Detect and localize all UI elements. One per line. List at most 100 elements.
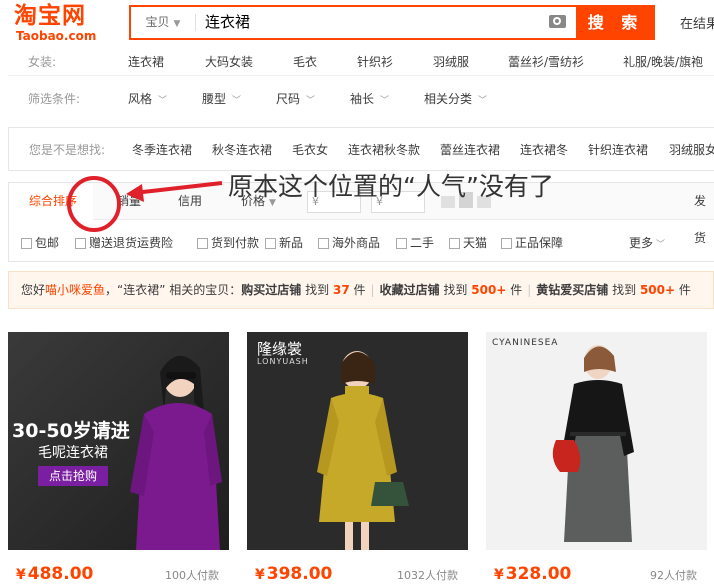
filter-checkbox-label: 正品保障 — [515, 236, 564, 250]
filter-checkbox[interactable]: 二手 — [396, 234, 434, 251]
product-price-value: 398.00 — [266, 564, 333, 584]
suggestions-label: 您是不是想找: — [29, 143, 106, 157]
sort-sales-tab[interactable]: 销量 — [117, 183, 141, 220]
promo-text-1: 30-50岁请进 — [12, 420, 130, 442]
filter-dropdown-label: 风格 — [128, 92, 153, 106]
annotation-note: 原本这个位置的“人气”没有了 — [228, 172, 554, 201]
filter-dropdown-label: 相关分类 — [424, 92, 473, 106]
sort-default-tab[interactable]: 综合排序 — [9, 183, 93, 220]
category-item[interactable]: 针织衫 — [357, 53, 393, 70]
filter-dropdown[interactable]: 尺码 ﹀ — [276, 90, 315, 107]
suggestion-link[interactable]: 冬季连衣裙 — [132, 141, 192, 158]
notice-stat-2-label[interactable]: 收藏过店铺 — [380, 283, 440, 297]
suggestion-link[interactable]: 毛衣女 — [292, 141, 328, 158]
filter-dropdown[interactable]: 袖长 ﹀ — [350, 90, 389, 107]
notice-unit: 件 — [678, 283, 691, 297]
sort-credit-tab[interactable]: 信用 — [178, 183, 202, 220]
category-item[interactable]: 羽绒服 — [433, 53, 469, 70]
more-filters-button[interactable]: 更多 ﹀ — [629, 234, 665, 251]
checkbox-icon — [449, 238, 460, 249]
category-item[interactable]: 连衣裙 — [128, 53, 164, 70]
category-item[interactable]: 大码女装 — [205, 53, 253, 70]
product-price: ¥488.00 — [16, 564, 93, 584]
chevron-down-icon: ﹀ — [656, 240, 666, 250]
product-price: ¥398.00 — [255, 564, 332, 584]
checkbox-icon — [21, 238, 32, 249]
logo-text-en: Taobao.com — [16, 29, 97, 43]
product-card[interactable]: 30-50岁请进 毛呢连衣裙 点击抢购 ¥488.00 100人付款 — [8, 332, 229, 588]
search-input[interactable] — [205, 7, 535, 38]
suggestion-link[interactable]: 羽绒服女 — [669, 141, 714, 158]
filter-checkbox[interactable]: 海外商品 — [318, 234, 380, 251]
search-in-results-button[interactable]: 在结果 — [680, 13, 714, 32]
notice-separator: | — [527, 283, 532, 297]
filter-conditions-row: 筛选条件: 风格 ﹀ 腰型 ﹀ 尺码 ﹀ 袖长 ﹀ 相关分类 ﹀ — [8, 80, 714, 116]
header: 淘宝网 Taobao.com 宝贝▼ 搜 索 在结果 — [0, 0, 714, 48]
notice-username[interactable]: 喵小咪爱鱼 — [45, 283, 105, 297]
notice-stat-1-count: 37 — [332, 283, 350, 297]
filter-checkbox[interactable]: 赠送退货运费险 — [75, 234, 173, 251]
filter-checkbox-label: 天猫 — [463, 236, 488, 250]
currency-symbol: ¥ — [494, 567, 504, 583]
filter-checkbox-label: 二手 — [410, 236, 435, 250]
chevron-down-icon: ﹀ — [306, 96, 316, 106]
suggestion-link[interactable]: 秋冬连衣裙 — [212, 141, 272, 158]
brand-text-cn: 隆缘裳 — [257, 340, 303, 358]
notice-find: 找到 — [443, 283, 468, 297]
filter-dropdown[interactable]: 相关分类 ﹀ — [424, 90, 487, 107]
filter-checkbox[interactable]: 货到付款 — [197, 234, 259, 251]
filter-checkbox-label: 货到付款 — [211, 236, 260, 250]
camera-icon[interactable] — [549, 15, 566, 28]
product-card[interactable]: CYANINESEA ¥328.00 92人付款 — [486, 332, 707, 588]
product-card[interactable]: 隆缘裳 LONYUASH ¥398.00 1032人付款 — [247, 332, 468, 588]
product-photo-illustration — [486, 332, 707, 550]
chevron-down-icon: ﹀ — [232, 96, 242, 106]
promo-buy-badge: 点击抢购 — [38, 466, 108, 486]
filter-dropdown[interactable]: 风格 ﹀ — [128, 90, 167, 107]
search-type-select[interactable]: 宝贝 ▼ — [131, 7, 195, 38]
suggestion-link[interactable]: 针织连衣裙 — [588, 141, 648, 158]
filter-dropdown-label: 尺码 — [276, 92, 301, 106]
filter-checkbox-label: 赠送退货运费险 — [89, 236, 174, 250]
category-item[interactable]: 蕾丝衫/雪纺衫 — [508, 53, 584, 70]
search-button[interactable]: 搜 索 — [576, 5, 655, 40]
category-item[interactable]: 礼服/晚装/旗袍 — [623, 53, 703, 70]
notice-find: 找到 — [305, 283, 330, 297]
filter-dropdown-label: 腰型 — [202, 92, 227, 106]
product-image[interactable]: 30-50岁请进 毛呢连衣裙 点击抢购 — [8, 332, 229, 550]
checkbox-icon — [75, 238, 86, 249]
taobao-logo[interactable]: 淘宝网 Taobao.com — [14, 3, 114, 43]
filter-checkbox[interactable]: 新品 — [265, 234, 303, 251]
category-row: 女装: 连衣裙 大码女装 毛衣 针织衫 羽绒服 蕾丝衫/雪纺衫 礼服/晚装/旗袍 — [8, 48, 714, 76]
checkbox-icon — [197, 238, 208, 249]
suggestion-link[interactable]: 连衣裙秋冬款 — [348, 141, 420, 158]
category-label: 女装: — [28, 55, 57, 69]
search-type-label: 宝贝 — [145, 15, 170, 29]
filter-checkbox[interactable]: 包邮 — [21, 234, 59, 251]
product-image[interactable]: 隆缘裳 LONYUASH — [247, 332, 468, 550]
category-item[interactable]: 毛衣 — [293, 53, 317, 70]
search-divider — [195, 14, 196, 31]
chevron-down-icon: ﹀ — [380, 96, 390, 106]
notice-stat-3-label[interactable]: 黄钻爱买店铺 — [536, 283, 608, 297]
notice-unit: 件 — [353, 283, 366, 297]
product-sales: 92人付款 — [650, 569, 697, 582]
notice-hello: 您好 — [21, 283, 46, 297]
filter-checkbox-label: 海外商品 — [332, 236, 381, 250]
suggestion-link[interactable]: 连衣裙冬 — [520, 141, 568, 158]
filter-checkbox[interactable]: 正品保障 — [501, 234, 563, 251]
ship-from-dropdown[interactable]: 发货 — [694, 183, 714, 245]
suggestion-link[interactable]: 蕾丝连衣裙 — [440, 141, 500, 158]
product-price-value: 488.00 — [27, 564, 94, 584]
checkbox-icon — [396, 238, 407, 249]
notice-stat-1-label[interactable]: 购买过店铺 — [241, 283, 301, 297]
notice-separator: | — [370, 283, 375, 297]
personalized-notice: 您好喵小咪爱鱼，“连衣裙” 相关的宝贝：购买过店铺 找到 37 件 | 收藏过店铺 … — [8, 271, 714, 309]
filter-dropdown[interactable]: 腰型 ﹀ — [202, 90, 241, 107]
product-image[interactable]: CYANINESEA — [486, 332, 707, 550]
currency-symbol: ¥ — [16, 567, 26, 583]
notice-unit: 件 — [510, 283, 523, 297]
notice-stat-3-count: 500+ — [639, 283, 676, 297]
promo-text-2: 毛呢连衣裙 — [38, 445, 108, 461]
filter-checkbox[interactable]: 天猫 — [449, 234, 487, 251]
